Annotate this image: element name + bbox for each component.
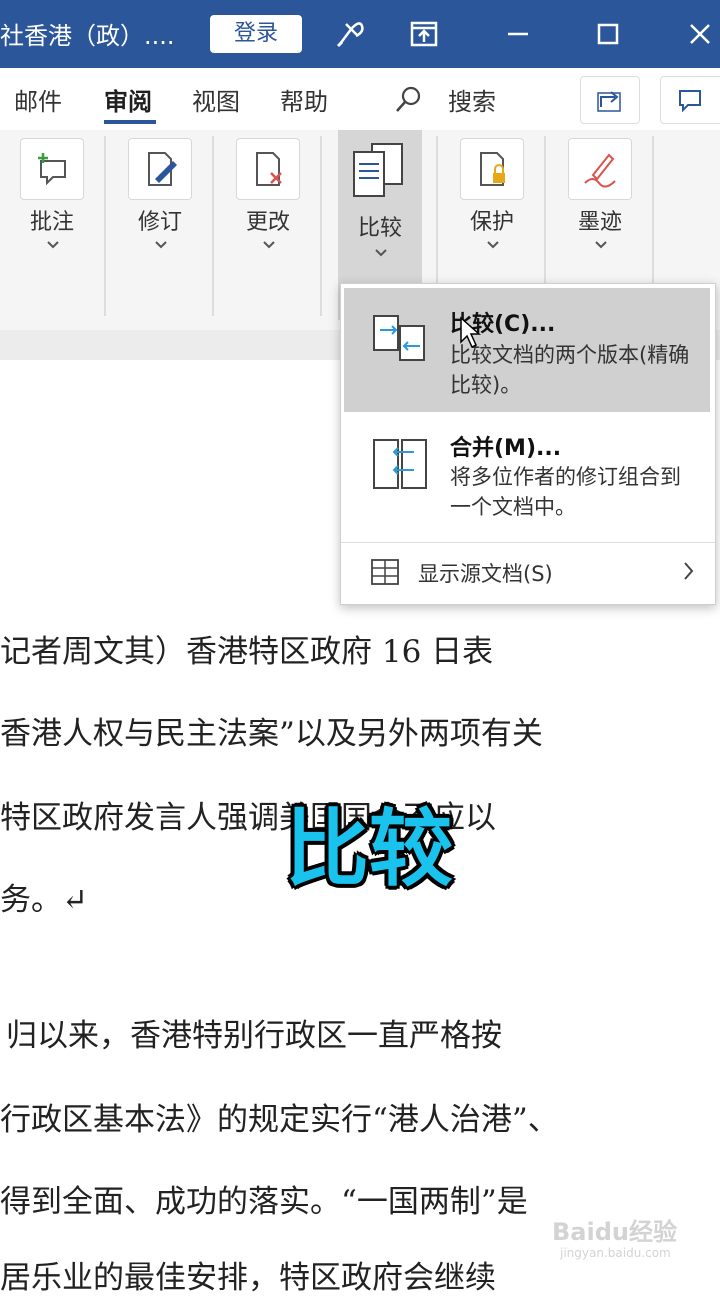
menu-item-merge[interactable]: 合并(M)... 将多位作者的修订组合到一个文档中。 <box>344 418 710 536</box>
doc-line: 记者周文其）香港特区政府 16 日表 <box>0 634 494 670</box>
ribbon-label-comment: 批注 <box>29 210 74 235</box>
chevron-down-icon <box>263 241 275 249</box>
comments-button[interactable] <box>660 76 720 124</box>
compare-documents-icon <box>373 315 425 361</box>
share-icon <box>597 91 621 112</box>
menu-item-merge-title: 合并(M)... <box>450 436 562 461</box>
baidu-watermark: Baidu经验 <box>552 1218 677 1246</box>
mouse-cursor-icon <box>460 316 481 349</box>
menu-item-compare[interactable]: 比较(C)... 比较文档的两个版本(精确比较)。 <box>344 288 710 412</box>
show-source-icon <box>371 559 399 585</box>
compare-dropdown-menu: 比较(C)... 比较文档的两个版本(精确比较)。 合并(M)... 将多位作者… <box>340 283 716 605</box>
merge-documents-icon <box>373 439 427 489</box>
ribbon-label-changes: 更改 <box>245 210 290 235</box>
doc-line: 归以来，香港特别行政区一直严格按 <box>6 1018 502 1054</box>
menu-item-show-source[interactable]: 显示源文档(S) <box>344 546 710 598</box>
lightbulb-icon[interactable] <box>332 16 368 52</box>
ribbon-display-icon[interactable] <box>406 16 442 52</box>
tab-mailings[interactable]: 邮件 <box>14 82 62 117</box>
login-button[interactable]: 登录 <box>210 15 302 53</box>
doc-line: 行政区基本法》的规定实行“港人治港”、 <box>0 1102 559 1138</box>
ink-icon <box>568 138 632 200</box>
ribbon-group-comment[interactable]: 批注 <box>2 130 102 320</box>
comments-icon <box>679 90 701 113</box>
chevron-down-icon <box>595 241 607 249</box>
ribbon-label-track: 修订 <box>137 210 182 235</box>
menu-item-show-source-label: 显示源文档(S) <box>418 562 553 586</box>
chevron-down-icon <box>375 249 387 257</box>
comment-icon <box>20 138 84 200</box>
compare-icon <box>348 138 410 198</box>
tab-view[interactable]: 视图 <box>192 82 240 117</box>
changes-icon <box>236 138 300 200</box>
chevron-down-icon <box>487 241 499 249</box>
baidu-watermark-url: jingyan.baidu.com <box>560 1246 671 1260</box>
ribbon-group-changes[interactable]: 更改 <box>218 130 318 320</box>
doc-line: 居乐业的最佳安排，特区政府会继续 <box>0 1260 496 1296</box>
video-caption-overlay: 比较 <box>285 800 454 898</box>
tab-help[interactable]: 帮助 <box>280 82 328 117</box>
minimize-icon[interactable] <box>500 16 536 52</box>
track-changes-icon <box>128 138 192 200</box>
doc-line: 香港人权与民主法案”以及另外两项有关 <box>0 716 543 752</box>
document-title: 社香港（政）.... <box>0 22 175 50</box>
chevron-down-icon <box>47 241 59 249</box>
search-icon[interactable] <box>392 84 424 116</box>
ribbon-label-protect: 保护 <box>469 210 514 235</box>
menu-item-compare-desc: 比较文档的两个版本(精确比较)。 <box>450 343 690 397</box>
close-icon[interactable] <box>682 16 718 52</box>
menu-item-merge-desc: 将多位作者的修订组合到一个文档中。 <box>450 465 681 519</box>
ribbon-divider <box>212 136 214 316</box>
active-tab-indicator <box>104 120 156 124</box>
ribbon-group-track[interactable]: 修订 <box>110 130 210 320</box>
menu-divider <box>341 542 715 543</box>
doc-line: 得到全面、成功的落实。“一国两制”是 <box>0 1184 528 1220</box>
title-bar: 社香港（政）.... 登录 <box>0 0 720 68</box>
chevron-down-icon <box>155 241 167 249</box>
ribbon-label-ink: 墨迹 <box>577 210 622 235</box>
share-button[interactable] <box>580 76 640 124</box>
ribbon-divider <box>320 136 322 316</box>
doc-line: 务。↵ <box>0 882 88 918</box>
chevron-right-icon <box>684 562 694 580</box>
ribbon-divider <box>104 136 106 316</box>
search-label[interactable]: 搜索 <box>448 82 496 117</box>
ribbon-label-compare: 比较 <box>357 216 402 241</box>
tab-review[interactable]: 审阅 <box>104 82 152 117</box>
maximize-icon[interactable] <box>590 16 626 52</box>
protect-icon <box>460 138 524 200</box>
